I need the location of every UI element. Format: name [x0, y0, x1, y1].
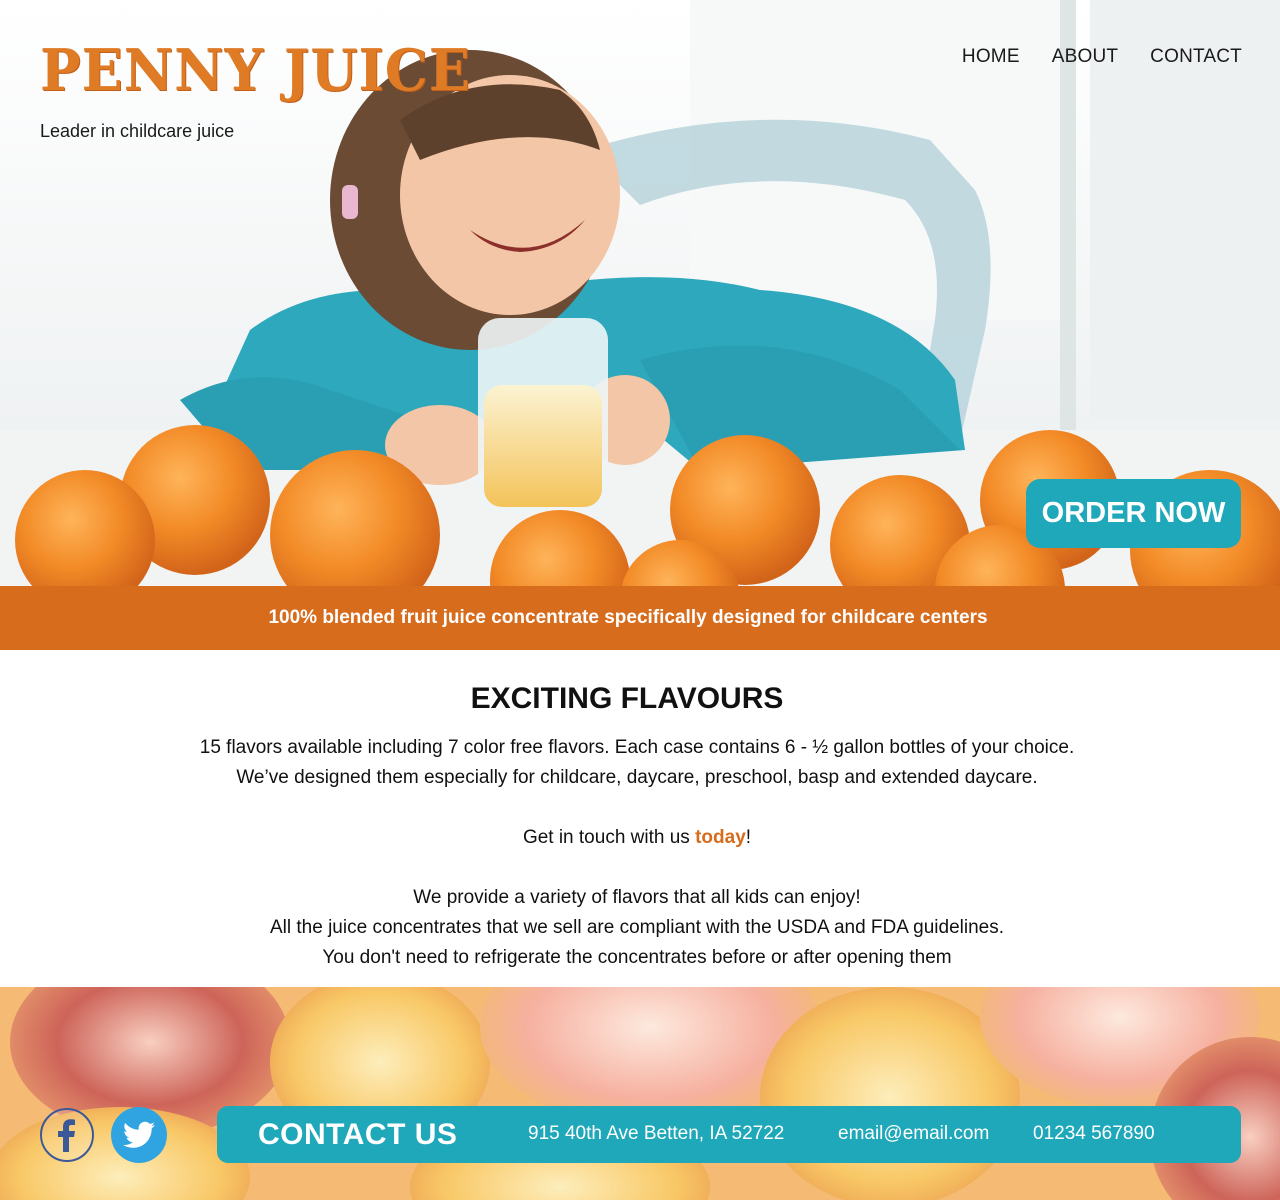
benefits-line-2: All the juice concentrates that we sell … — [270, 917, 1004, 938]
nav-contact[interactable]: CONTACT — [1118, 46, 1242, 68]
benefits-description: We provide a variety of flavors that all… — [0, 883, 1274, 973]
brand-logo[interactable]: PENNY JUICE — [40, 36, 471, 103]
benefits-line-3: You don't need to refrigerate the concen… — [322, 947, 952, 968]
section-title: EXCITING FLAVOURS — [470, 682, 784, 715]
twitter-glyph — [123, 1121, 155, 1148]
nav-about[interactable]: ABOUT — [1020, 46, 1118, 68]
contact-email[interactable]: email@email.com — [838, 1123, 989, 1145]
tagline-banner: 100% blended fruit juice concentrate spe… — [0, 586, 1280, 650]
get-in-touch-line: Get in touch with us today! — [0, 823, 1274, 853]
flavours-section: EXCITING FLAVOURS 15 flavors available i… — [0, 650, 1280, 987]
flavours-line-1: 15 flavors available including 7 color f… — [199, 737, 1075, 758]
facebook-glyph — [58, 1119, 75, 1152]
flavours-line-2: We’ve designed them especially for child… — [236, 767, 1038, 788]
contact-bar: CONTACT US 915 40th Ave Betten, IA 52722… — [217, 1106, 1241, 1163]
brand-tagline: Leader in childcare juice — [40, 121, 235, 141]
benefits-line-1: We provide a variety of flavors that all… — [413, 887, 861, 908]
hero-section: PENNY JUICE Leader in childcare juice HO… — [0, 0, 1280, 586]
get-in-touch-prefix: Get in touch with us — [522, 827, 696, 848]
facebook-icon[interactable] — [40, 1108, 94, 1162]
nav-home[interactable]: HOME — [962, 46, 1020, 68]
get-in-touch-suffix: ! — [745, 827, 752, 848]
today-link[interactable]: today — [695, 827, 746, 848]
banner-text: 100% blended fruit juice concentrate spe… — [268, 607, 988, 628]
contact-title: CONTACT US — [258, 1118, 458, 1151]
contact-phone[interactable]: 01234 567890 — [1033, 1123, 1155, 1145]
contact-address: 915 40th Ave Betten, IA 52722 — [528, 1123, 785, 1144]
fruit-background-image — [0, 987, 1280, 1200]
order-now-button[interactable]: ORDER NOW — [1026, 479, 1241, 548]
main-nav: HOME ABOUT CONTACT — [962, 46, 1242, 68]
flavours-description: 15 flavors available including 7 color f… — [0, 733, 1274, 793]
twitter-icon[interactable] — [111, 1107, 167, 1163]
footer — [0, 987, 1280, 1200]
